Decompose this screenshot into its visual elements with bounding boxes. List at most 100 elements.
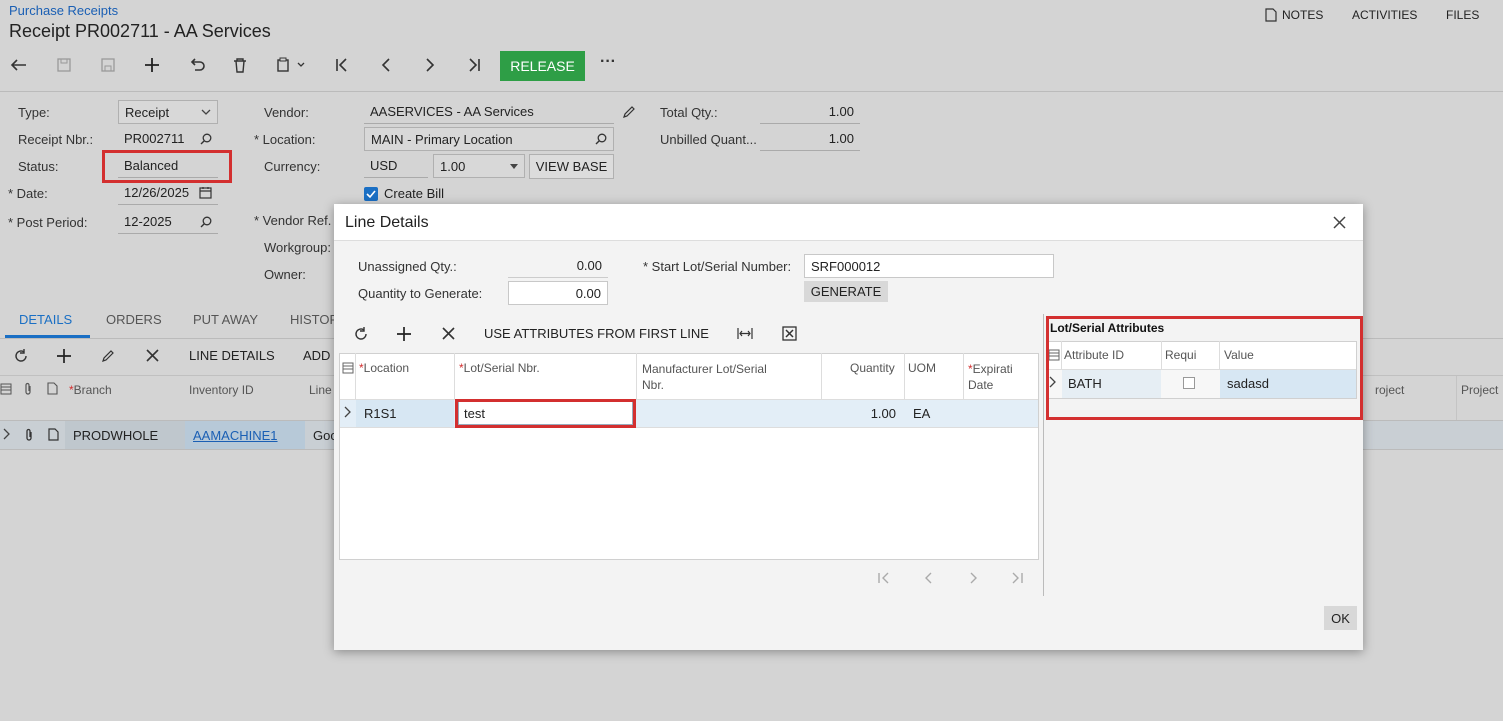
col-location[interactable]: *Location bbox=[359, 361, 409, 375]
notes-button[interactable]: NOTES bbox=[1265, 8, 1323, 22]
receipt-nbr-field[interactable]: PR002711 bbox=[118, 127, 218, 151]
chevron-down-icon bbox=[201, 109, 211, 115]
tab-put-away[interactable]: PUT AWAY bbox=[193, 312, 258, 327]
col-project[interactable]: Project bbox=[1461, 383, 1498, 397]
chevron-right-icon[interactable] bbox=[3, 428, 10, 440]
tab-details[interactable]: DETAILS bbox=[19, 312, 72, 327]
edit-icon[interactable] bbox=[101, 349, 115, 363]
col-branch[interactable]: *Branch bbox=[69, 383, 112, 397]
post-period-label: * Post Period: bbox=[8, 215, 88, 230]
delete-row-icon[interactable] bbox=[146, 349, 159, 362]
pager-last-icon[interactable] bbox=[1010, 571, 1024, 585]
checkbox-checked-icon[interactable] bbox=[364, 186, 378, 201]
unassigned-qty-value: 0.00 bbox=[576, 258, 602, 273]
col-divider bbox=[1456, 376, 1457, 420]
add-icon[interactable] bbox=[144, 57, 160, 73]
col-quantity[interactable]: Quantity bbox=[850, 361, 895, 375]
tab-history[interactable]: HISTOR bbox=[290, 312, 339, 327]
col-line[interactable]: Line bbox=[309, 383, 332, 397]
save-icon[interactable] bbox=[100, 57, 116, 73]
delete-icon[interactable] bbox=[232, 57, 248, 73]
owner-label: Owner: bbox=[264, 267, 306, 282]
col-uom[interactable]: UOM bbox=[908, 361, 936, 375]
files-button[interactable]: FILES bbox=[1446, 8, 1479, 22]
qty-generate-value: 0.00 bbox=[575, 285, 601, 301]
view-base-button[interactable]: VIEW BASE bbox=[529, 154, 614, 179]
save-close-icon[interactable] bbox=[56, 57, 72, 73]
refresh-icon[interactable] bbox=[354, 327, 368, 341]
col-manufacturer[interactable]: Manufacturer Lot/Serial Nbr. bbox=[642, 361, 792, 393]
col-divider bbox=[454, 353, 455, 399]
release-button[interactable]: RELEASE bbox=[500, 51, 585, 81]
copy-paste-icon[interactable] bbox=[276, 57, 306, 73]
currency-field[interactable]: USD bbox=[364, 154, 428, 178]
total-qty-field: 1.00 bbox=[760, 100, 860, 124]
last-record-icon[interactable] bbox=[466, 57, 482, 73]
row-inventory-id-link[interactable]: AAMACHINE1 bbox=[193, 428, 278, 443]
back-icon[interactable] bbox=[10, 57, 28, 73]
more-button[interactable]: ··· bbox=[600, 53, 616, 71]
currency-label: Currency: bbox=[264, 159, 321, 174]
tab-orders[interactable]: ORDERS bbox=[106, 312, 162, 327]
generate-button[interactable]: GENERATE bbox=[804, 281, 888, 302]
total-qty-value: 1.00 bbox=[828, 104, 854, 119]
rate-select[interactable]: 1.00 bbox=[433, 154, 525, 178]
receipt-nbr-value: PR002711 bbox=[124, 131, 185, 146]
refresh-icon[interactable] bbox=[14, 349, 28, 363]
vendor-field[interactable]: AASERVICES - AA Services bbox=[364, 100, 614, 124]
unbilled-qty-value: 1.00 bbox=[828, 131, 854, 146]
line-details-button[interactable]: LINE DETAILS bbox=[189, 348, 275, 363]
next-record-icon[interactable] bbox=[422, 57, 438, 73]
add-row-icon[interactable] bbox=[57, 349, 71, 363]
col-lot-serial[interactable]: *Lot/Serial Nbr. bbox=[459, 361, 540, 375]
close-icon[interactable] bbox=[1333, 216, 1346, 229]
create-bill-checkbox[interactable]: Create Bill bbox=[364, 186, 444, 201]
col-expiration[interactable]: *Expirati Date bbox=[968, 361, 1024, 393]
column-config-icon[interactable] bbox=[342, 362, 354, 374]
pager-previous-icon[interactable] bbox=[922, 571, 936, 585]
breadcrumb[interactable]: Purchase Receipts bbox=[9, 3, 118, 18]
date-value: 12/26/2025 bbox=[124, 185, 190, 200]
splitter[interactable] bbox=[1043, 314, 1044, 596]
row-branch: PRODWHOLE bbox=[73, 428, 159, 443]
first-record-icon[interactable] bbox=[334, 57, 350, 73]
page-title: Receipt PR002711 - AA Services bbox=[9, 21, 271, 41]
col-inventory-id[interactable]: Inventory ID bbox=[189, 383, 254, 397]
vendor-label: Vendor: bbox=[264, 105, 309, 120]
col-location-label: Location bbox=[363, 361, 410, 375]
status-label: Status: bbox=[18, 159, 59, 174]
note-icon[interactable] bbox=[48, 428, 59, 441]
pencil-icon[interactable] bbox=[622, 105, 636, 119]
pager-next-icon[interactable] bbox=[966, 571, 980, 585]
post-period-label-text: Post Period: bbox=[16, 215, 88, 230]
location-label-text: Location: bbox=[262, 132, 316, 147]
qty-generate-input[interactable]: 0.00 bbox=[508, 281, 608, 305]
type-select[interactable]: Receipt bbox=[118, 100, 218, 124]
excel-export-icon[interactable] bbox=[782, 326, 797, 341]
chevron-right-icon[interactable] bbox=[344, 406, 351, 418]
previous-record-icon[interactable] bbox=[378, 57, 394, 73]
calendar-icon[interactable] bbox=[199, 186, 212, 199]
notes-label: NOTES bbox=[1282, 8, 1324, 22]
column-config-icon[interactable] bbox=[0, 383, 12, 395]
add-button[interactable]: ADD bbox=[303, 348, 330, 363]
ok-button[interactable]: OK bbox=[1324, 606, 1357, 630]
attachment-icon[interactable] bbox=[24, 428, 34, 442]
location-field[interactable]: MAIN - Primary Location bbox=[364, 127, 614, 151]
currency-value: USD bbox=[370, 158, 398, 173]
delete-row-icon[interactable] bbox=[442, 327, 455, 340]
use-attributes-button[interactable]: USE ATTRIBUTES FROM FIRST LINE bbox=[484, 326, 709, 341]
date-field[interactable]: 12/26/2025 bbox=[118, 181, 218, 205]
fit-columns-icon[interactable] bbox=[737, 327, 753, 340]
col-divider bbox=[963, 353, 964, 399]
activities-button[interactable]: ACTIVITIES bbox=[1352, 8, 1417, 22]
col-project-task[interactable]: roject bbox=[1375, 383, 1404, 397]
undo-icon[interactable] bbox=[188, 57, 206, 73]
add-row-icon[interactable] bbox=[397, 327, 411, 341]
pager-first-icon[interactable] bbox=[877, 571, 891, 585]
search-icon[interactable] bbox=[200, 216, 212, 228]
search-icon[interactable] bbox=[595, 133, 607, 145]
post-period-field[interactable]: 12-2025 bbox=[118, 210, 218, 234]
start-lot-input[interactable]: SRF000012 bbox=[804, 254, 1054, 278]
search-icon[interactable] bbox=[200, 133, 212, 145]
